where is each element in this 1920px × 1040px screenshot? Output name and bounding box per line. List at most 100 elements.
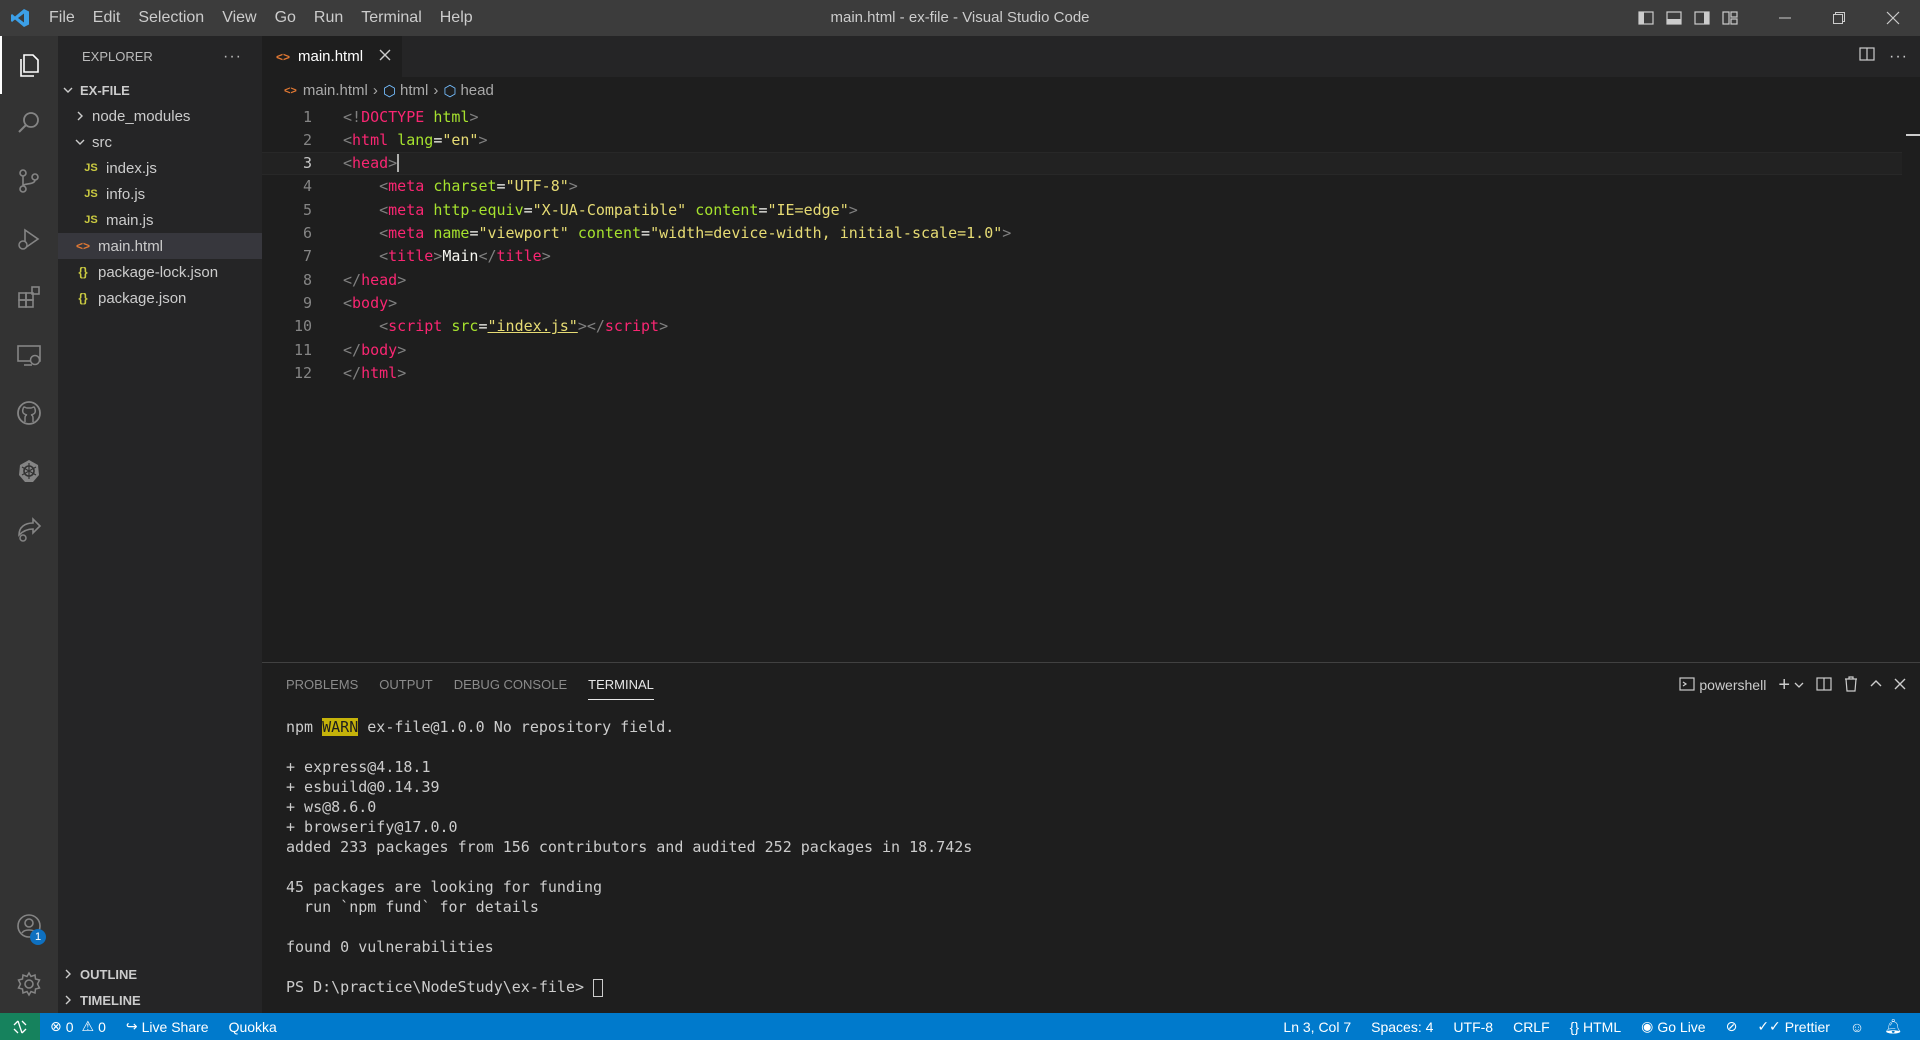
panel-tab-terminal[interactable]: TERMINAL [588, 670, 654, 700]
code-token: meta [388, 177, 425, 196]
tree-item-src[interactable]: src [58, 129, 262, 155]
tree-item-label: info.js [106, 185, 146, 203]
menu-item-terminal[interactable]: Terminal [352, 0, 430, 36]
tree-item-main-js[interactable]: JS main.js [58, 207, 262, 233]
new-terminal-icon[interactable]: + [1778, 674, 1790, 697]
tree-item-node-modules[interactable]: node_modules [58, 103, 262, 129]
breadcrumb-html[interactable]: html [400, 82, 428, 99]
shell-name[interactable]: powershell [1699, 677, 1766, 693]
more-actions-icon[interactable]: ··· [223, 48, 242, 66]
cursor-position[interactable]: Ln 3, Col 7 [1273, 1019, 1361, 1035]
notifications-icon[interactable]: 🔔︎ [1874, 1018, 1912, 1035]
github-icon[interactable] [0, 384, 58, 442]
code-token: = [641, 224, 651, 242]
timeline-section[interactable]: TIMELINE [58, 987, 262, 1013]
maximize-panel-icon[interactable] [1870, 677, 1882, 693]
panel-tab-output[interactable]: OUTPUT [379, 663, 432, 707]
menu-item-view[interactable]: View [213, 0, 265, 36]
tab-main-html[interactable]: <> main.html [262, 36, 402, 77]
breadcrumb-file[interactable]: main.html [303, 82, 368, 99]
eslint-icon[interactable]: ⊘ [1716, 1018, 1748, 1035]
menu-item-help[interactable]: Help [431, 0, 482, 36]
code-token: script [604, 317, 660, 336]
menu-item-file[interactable]: File [40, 0, 84, 36]
line-number: 6 [302, 224, 312, 242]
panel-tab-problems[interactable]: PROBLEMS [286, 663, 358, 707]
terminal-text: + express@4.18.1 [286, 758, 431, 776]
close-tab-icon[interactable] [379, 48, 391, 65]
trash-icon[interactable] [1844, 675, 1858, 695]
code-token: < [379, 247, 389, 266]
code-token: charset [433, 177, 497, 196]
timeline-label: TIMELINE [80, 992, 141, 1008]
end-of-line[interactable]: CRLF [1503, 1019, 1560, 1035]
html-file-icon: <> [284, 84, 297, 97]
live-share-status[interactable]: ↪ Live Share [116, 1018, 219, 1035]
tree-item-info-js[interactable]: JS info.js [58, 181, 262, 207]
encoding[interactable]: UTF-8 [1443, 1019, 1503, 1035]
quokka-status[interactable]: Quokka [219, 1019, 287, 1035]
panel-tabs: PROBLEMS OUTPUT DEBUG CONSOLE TERMINAL [262, 663, 1920, 707]
terminal-output[interactable]: npm WARN ex-file@1.0.0 No repository fie… [286, 717, 972, 997]
split-terminal-icon[interactable] [1816, 676, 1832, 695]
tree-item-label: node_modules [92, 107, 191, 125]
close-panel-icon[interactable] [1894, 677, 1906, 693]
code-token: = [478, 317, 488, 336]
code-line: 8 </head> [262, 268, 1902, 291]
prettier-status[interactable]: ✓✓ Prettier [1747, 1018, 1840, 1035]
code-editor[interactable]: 1 <!DOCTYPE html> 2 <html lang="en"> 3 <head>… [262, 104, 1920, 662]
menu-item-selection[interactable]: Selection [129, 0, 213, 36]
title-controls [1632, 0, 1920, 36]
remote-explorer-icon[interactable] [0, 326, 58, 384]
search-icon[interactable] [0, 94, 58, 152]
indentation[interactable]: Spaces: 4 [1361, 1019, 1443, 1035]
toggle-secondary-sidebar-icon[interactable] [1688, 0, 1716, 36]
menu-item-edit[interactable]: Edit [84, 0, 130, 36]
tree-item-index-js[interactable]: JS index.js [58, 155, 262, 181]
go-live[interactable]: ◉ Go Live [1631, 1018, 1715, 1035]
panel-tab-debug-console[interactable]: DEBUG CONSOLE [454, 663, 567, 707]
feedback-icon[interactable]: ☺ [1840, 1019, 1874, 1035]
terminal-line: 45 packages are looking for funding [286, 877, 972, 897]
breadcrumb-head[interactable]: head [460, 82, 493, 99]
live-share-icon[interactable] [0, 500, 58, 558]
scrollbar-marker [1906, 134, 1920, 136]
code-text: <html lang="en"> [343, 131, 488, 149]
tree-item-label: index.js [106, 159, 157, 177]
terminal-line: + ws@8.6.0 [286, 797, 972, 817]
tree-item-main-html[interactable]: <> main.html [58, 233, 262, 259]
terminal-line: added 233 packages from 156 contributors… [286, 837, 972, 857]
outline-section[interactable]: OUTLINE [58, 961, 262, 987]
terminal-line: + browserify@17.0.0 [286, 817, 972, 837]
chevron-down-icon[interactable] [1794, 677, 1804, 693]
tree-item-package-lock-json[interactable]: {} package-lock.json [58, 259, 262, 285]
accounts-icon[interactable]: 1 [0, 897, 58, 955]
toggle-primary-sidebar-icon[interactable] [1632, 0, 1660, 36]
menu-item-go[interactable]: Go [266, 0, 305, 36]
tree-item-package-json[interactable]: {} package.json [58, 285, 262, 311]
close-window-button[interactable] [1866, 0, 1920, 36]
code-token: "index.js" [487, 317, 578, 336]
workspace-root[interactable]: EX-FILE [58, 77, 262, 103]
settings-gear-icon[interactable] [0, 955, 58, 1013]
extensions-icon[interactable] [0, 268, 58, 326]
more-actions-icon[interactable]: ··· [1889, 48, 1908, 66]
restore-button[interactable] [1812, 0, 1866, 36]
remote-indicator-icon[interactable] [0, 1013, 40, 1040]
kubernetes-icon[interactable] [0, 442, 58, 500]
run-debug-icon[interactable] [0, 210, 58, 268]
minimize-button[interactable] [1758, 0, 1812, 36]
menu-item-run[interactable]: Run [305, 0, 352, 36]
customize-layout-icon[interactable] [1716, 0, 1744, 36]
toggle-panel-icon[interactable] [1660, 0, 1688, 36]
language-mode[interactable]: {} HTML [1560, 1019, 1631, 1035]
explorer-icon[interactable] [0, 36, 58, 94]
problems-status[interactable]: ⊗ 0 ⚠ 0 [40, 1018, 116, 1035]
chevron-right-icon [60, 968, 76, 980]
source-control-icon[interactable] [0, 152, 58, 210]
file-tree: node_modulessrc JS index.js JS info.js JS main… [58, 103, 262, 311]
split-editor-icon[interactable] [1859, 46, 1875, 67]
